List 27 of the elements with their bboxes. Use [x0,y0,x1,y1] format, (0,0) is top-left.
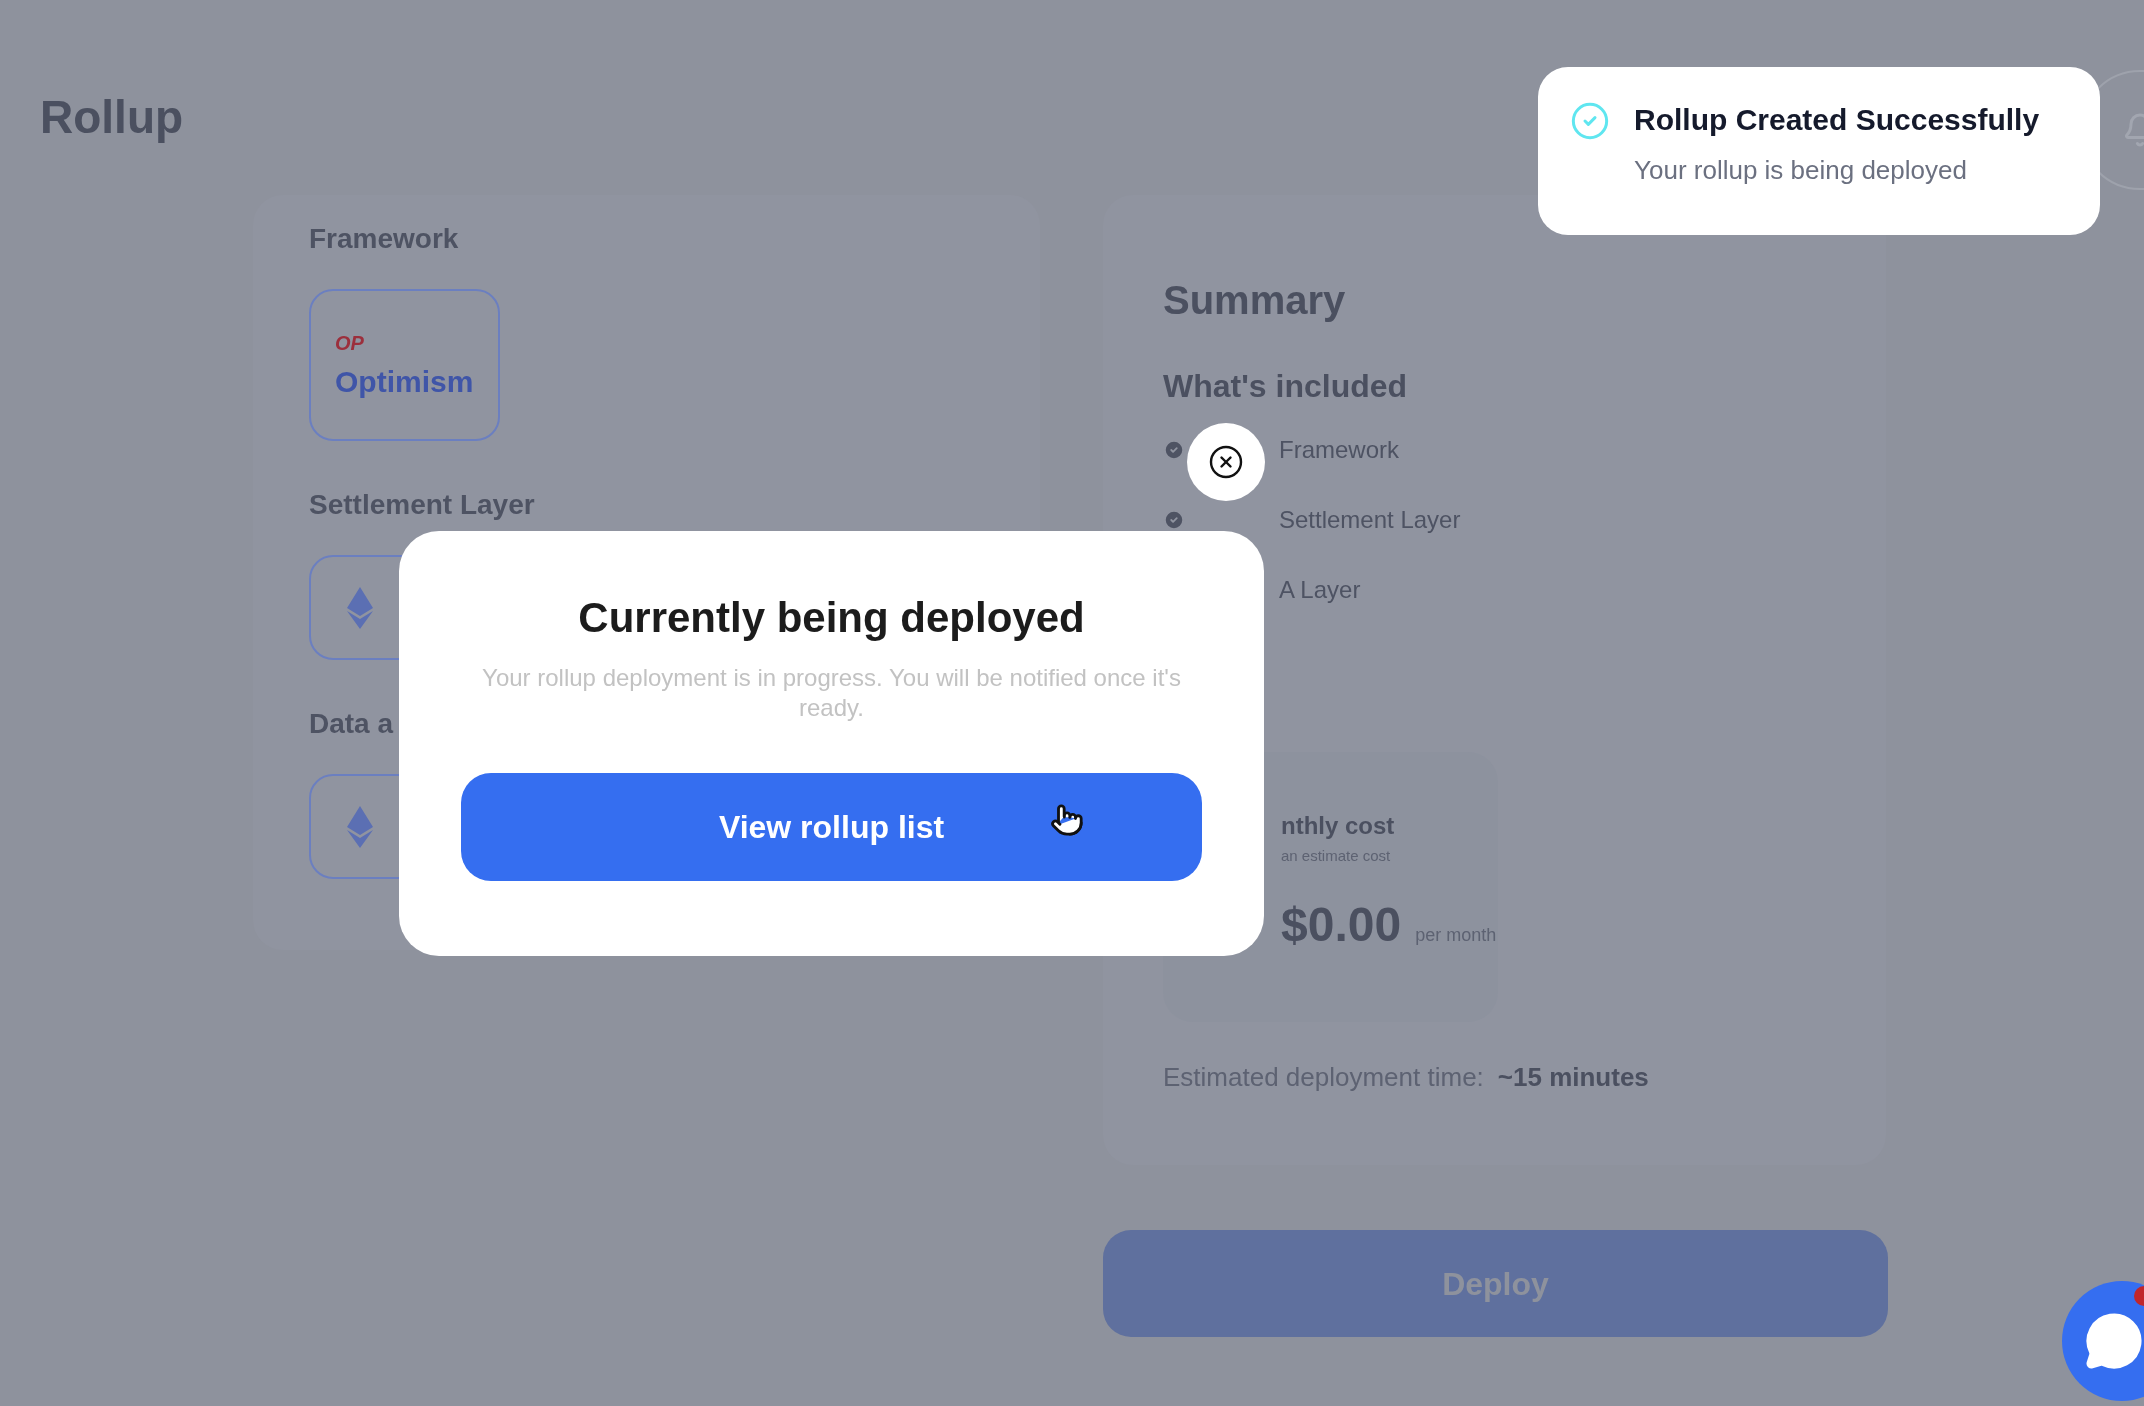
modal-title: Currently being deployed [578,597,1085,639]
included-item: Settlement Layer [1279,508,1461,532]
cost-title: nthly cost [1281,814,1396,838]
view-list-button[interactable]: View rollup list [461,773,1202,881]
summary-title: Summary [1163,280,1347,320]
check-icon [1570,101,1610,141]
section-heading: Framework [309,225,459,253]
hand-cursor-icon [1050,803,1084,837]
check-icon [1163,509,1185,531]
chat-icon [2084,1311,2144,1371]
included-title: What's included [1163,370,1409,402]
modal-message: Your rollup deployment is in progress. You will be notified once it's ready. [481,663,1182,723]
section-heading: Data a [309,710,394,738]
close-icon [1208,444,1244,480]
eta-value: ~15 minutes [1497,1064,1649,1090]
logo-text: OP [335,333,365,353]
check-icon [1163,439,1185,461]
diamond-icon [347,805,373,848]
toast-title: Rollup Created Successfully [1634,105,2040,135]
section-heading: Settlement Layer [309,491,535,519]
toast-message: Your rollup is being deployed [1634,157,1968,183]
included-item: A Layer [1279,578,1361,602]
diamond-icon [347,586,373,629]
framework-card[interactable]: OP Optimism [309,289,500,441]
included-item: Framework [1279,438,1399,462]
framework-label: Optimism [335,367,474,397]
cost-amount: $0.00 [1281,901,1402,949]
